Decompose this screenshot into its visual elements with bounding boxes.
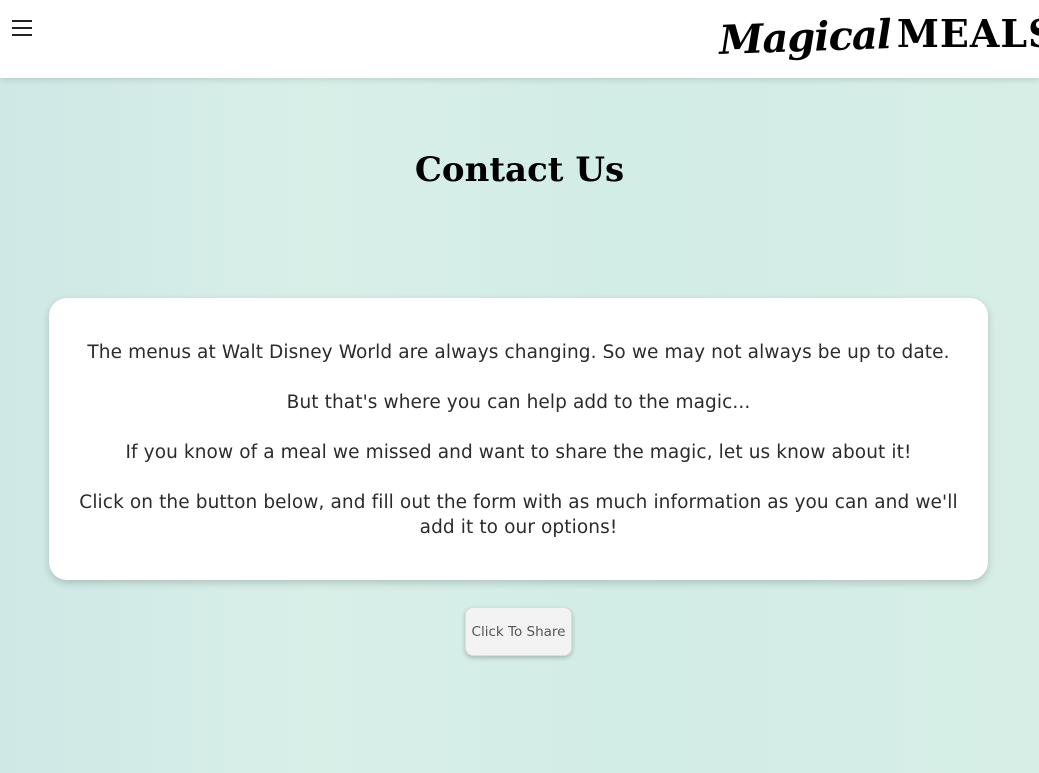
click-to-share-button[interactable]: Click To Share — [465, 607, 572, 656]
logo-word-magical: Magical — [718, 11, 892, 64]
page-title: Contact Us — [414, 150, 625, 190]
intro-paragraph-4: Click on the button below, and fill out … — [79, 492, 958, 538]
intro-paragraph-3: If you know of a meal we missed and want… — [125, 442, 912, 463]
hamburger-menu-icon[interactable] — [12, 20, 34, 38]
contact-info-card: The menus at Walt Disney World are alway… — [49, 298, 988, 580]
logo-word-meals: MEALS — [896, 11, 1039, 56]
site-header: Magical MEALS — [0, 0, 1039, 78]
intro-paragraph-1: The menus at Walt Disney World are alway… — [87, 342, 950, 363]
intro-paragraph-2: But that's where you can help add to the… — [286, 392, 751, 413]
site-logo[interactable]: Magical MEALS — [718, 6, 1039, 64]
